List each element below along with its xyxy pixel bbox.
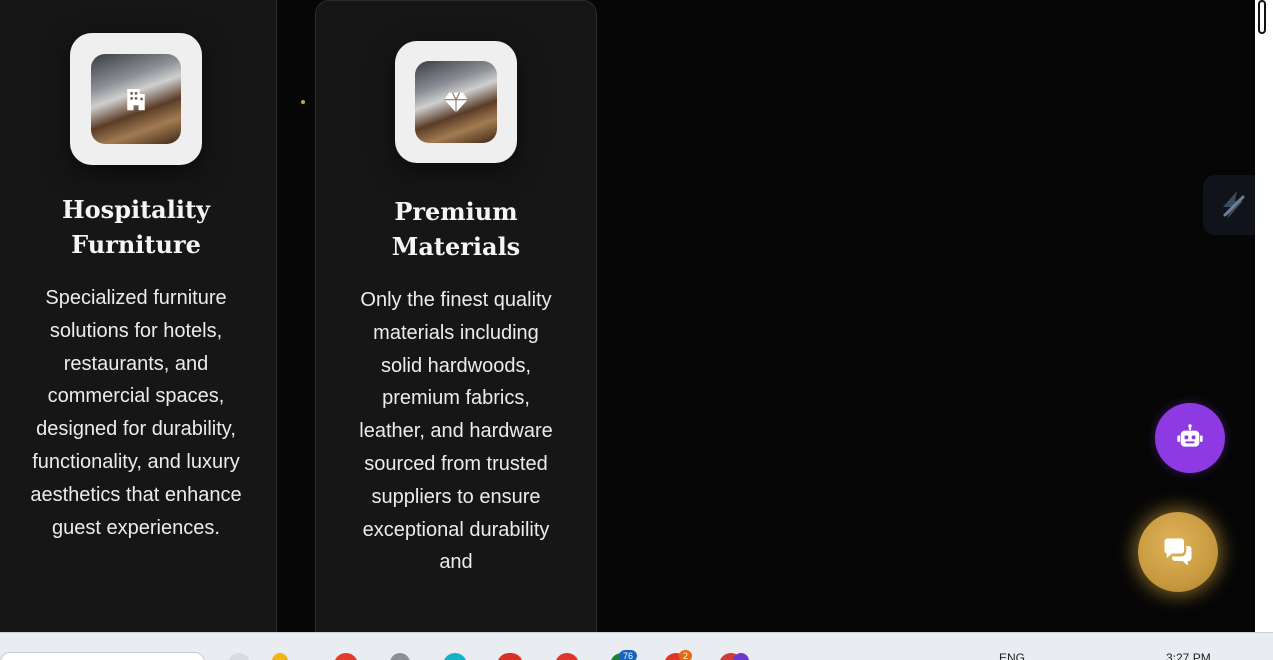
taskbar-app-icon[interactable] (334, 653, 358, 660)
folder-icon[interactable] (272, 653, 288, 660)
taskbar-app-icon[interactable] (228, 653, 250, 660)
taskbar-language[interactable]: ENG (999, 651, 1025, 660)
notification-badge: 76 (619, 650, 638, 660)
card-icon-tile (395, 41, 517, 163)
taskbar-app-icon[interactable] (733, 653, 749, 660)
side-widget[interactable] (1203, 175, 1255, 235)
card-title: Premium Materials (391, 197, 521, 261)
card-description: Only the finest quality materials includ… (359, 289, 553, 574)
hotel-building-icon (127, 89, 145, 111)
decorative-dot (301, 100, 305, 104)
lightning-slash-icon (1223, 191, 1245, 219)
os-taskbar: 76 2 ENG 3:27 PM (0, 632, 1273, 660)
page-viewport: Hospitality Furniture Specialized furnit… (0, 0, 1255, 632)
scrollbar-thumb[interactable] (1258, 0, 1266, 34)
chat-button[interactable] (1138, 512, 1218, 592)
page-scrollbar[interactable] (1255, 0, 1273, 632)
notification-badge: 2 (679, 650, 693, 660)
card-icon-tile (70, 33, 202, 165)
card-description: Specialized furniture solutions for hote… (30, 287, 242, 539)
workshop-photo (91, 54, 181, 144)
taskbar-clock[interactable]: 3:27 PM (1166, 651, 1211, 660)
taskbar-app-icon[interactable] (555, 653, 579, 660)
taskbar-search-box[interactable] (0, 652, 205, 660)
workshop-photo (415, 61, 497, 143)
robot-icon (1177, 424, 1203, 447)
diamond-icon (444, 92, 468, 113)
mail-icon[interactable] (497, 653, 523, 660)
taskbar-app-icon[interactable] (443, 653, 467, 660)
assistant-bot-button[interactable] (1155, 403, 1225, 473)
taskbar-app-icon[interactable] (390, 653, 410, 660)
card-title: Hospitality Furniture (62, 195, 210, 259)
chat-bubbles-icon (1164, 538, 1192, 566)
